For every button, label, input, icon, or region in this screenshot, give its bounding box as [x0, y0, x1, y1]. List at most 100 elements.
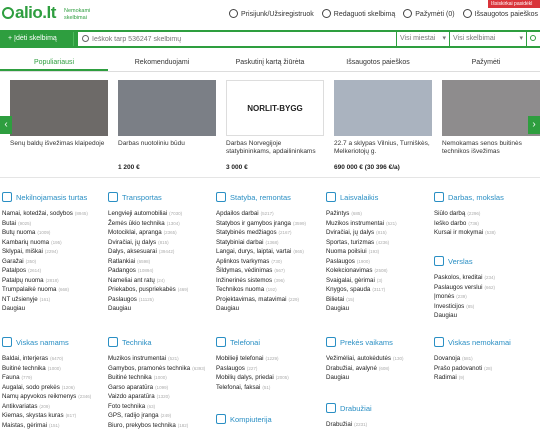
category-link[interactable]: Kiemas, skystas kuras (817): [2, 411, 106, 421]
category-header[interactable]: Kompiuterija: [216, 413, 320, 425]
category-header[interactable]: Transportas: [108, 191, 212, 203]
category-link[interactable]: GPS, radijo įranga (249): [108, 411, 212, 421]
category-link[interactable]: Paslaugos (227): [216, 364, 320, 374]
category-link[interactable]: Muzikos instrumentai (521): [326, 219, 430, 229]
category-link[interactable]: Daugiau: [108, 304, 212, 314]
favorites-link[interactable]: Pažymėti (0): [403, 9, 455, 18]
category-link[interactable]: Patalpos (2614): [2, 266, 106, 276]
category-header[interactable]: Prekės vaikams: [326, 336, 430, 348]
category-link[interactable]: Kambarių nuoma (195): [2, 238, 106, 248]
category-link[interactable]: Statybiniai darbai (1368): [216, 238, 320, 248]
category-link[interactable]: Butų nuoma (1009): [2, 228, 106, 238]
category-link[interactable]: Prašo padovanoti (28): [434, 364, 538, 374]
category-link[interactable]: Telefonai, faksai (51): [216, 383, 320, 393]
category-link[interactable]: Butai (9025): [2, 219, 106, 229]
category-link[interactable]: Fauna (779): [2, 373, 106, 383]
category-link[interactable]: Daugiau: [326, 304, 430, 314]
category-link[interactable]: Daugiau: [2, 304, 106, 314]
category-link[interactable]: Apdailos darbai (5217): [216, 209, 320, 219]
search-button[interactable]: [527, 32, 540, 46]
add-ad-button[interactable]: + Įdėti skelbimą: [2, 32, 74, 46]
category-link[interactable]: Kolekcionavimas (2508): [326, 266, 430, 276]
ad-card[interactable]: NORLIT-BYGG Darbas Norvegijoje statybini…: [226, 80, 324, 171]
category-header[interactable]: Statyba, remontas: [216, 191, 320, 203]
category-header[interactable]: Viskas nemokamai: [434, 336, 538, 348]
category-link[interactable]: Nameliai ant ratų (24): [108, 276, 212, 286]
category-link[interactable]: Drabužiai, avalynė (608): [326, 364, 430, 374]
category-link[interactable]: Padangos (10894): [108, 266, 212, 276]
category-link[interactable]: Buitinė technika (1000): [108, 373, 212, 383]
category-link[interactable]: Paskolos, kreditai (234): [434, 273, 538, 283]
category-link[interactable]: Paslaugos verslui (662): [434, 283, 538, 293]
ad-card[interactable]: 22.7 a sklypas Vilnius, Turniškės, Melke…: [334, 80, 432, 171]
category-link[interactable]: Dalys, aksesuarai (39442): [108, 247, 212, 257]
category-link[interactable]: Foto technika (63): [108, 402, 212, 412]
category-header[interactable]: Technika: [108, 336, 212, 348]
category-link[interactable]: Įmonės (239): [434, 292, 538, 302]
category-link[interactable]: Siūlo darbą (2296): [434, 209, 538, 219]
category-link[interactable]: Daugiau: [326, 373, 430, 383]
category-link[interactable]: Daugiau: [434, 311, 538, 321]
category-link[interactable]: Biuro, prekybos technika (182): [108, 421, 212, 431]
edit-ads-link[interactable]: Redaguoti skelbimą: [321, 9, 395, 18]
tab-saved-searches[interactable]: Išsaugotos paieškos: [324, 54, 432, 71]
category-link[interactable]: Nuoma poilsiui (193): [326, 247, 430, 257]
category-link[interactable]: Ratlankiai (6598): [108, 257, 212, 267]
category-link[interactable]: Muzikos instrumentai (521): [108, 354, 212, 364]
category-link[interactable]: Baldai, interjeras (6470): [2, 354, 106, 364]
category-select[interactable]: Visi skelbimai: [450, 32, 526, 46]
category-header[interactable]: Laisvalaikis: [326, 191, 430, 203]
category-link[interactable]: Bilietai (15): [326, 295, 430, 305]
carousel-next-button[interactable]: ›: [528, 116, 540, 134]
category-link[interactable]: Statybinės medžiagos (2167): [216, 228, 320, 238]
search-input[interactable]: [78, 32, 396, 46]
logo[interactable]: alio.lt: [2, 3, 56, 23]
category-link[interactable]: Žemės ūkio technika (1304): [108, 219, 212, 229]
category-link[interactable]: Sklypai, miškai (2294): [2, 247, 106, 257]
category-link[interactable]: Šildymas, vėdinimas (567): [216, 266, 320, 276]
category-link[interactable]: Svaigalai, gėrimai (3): [326, 276, 430, 286]
tab-recommended[interactable]: Rekomenduojami: [108, 54, 216, 71]
tab-favorites[interactable]: Pažymėti: [432, 54, 540, 71]
category-link[interactable]: Augalai, sodo prekės (1206): [2, 383, 106, 393]
category-header[interactable]: Telefonai: [216, 336, 320, 348]
category-link[interactable]: Paslaugos (11125): [108, 295, 212, 305]
category-link[interactable]: Drabužiai (2231): [326, 420, 430, 430]
category-header[interactable]: Darbas, mokslas: [434, 191, 538, 203]
ad-card[interactable]: Senų baldų išvežimas klaipedoje: [10, 80, 108, 164]
category-header[interactable]: Verslas: [434, 255, 538, 267]
category-link[interactable]: Technikos nuoma (192): [216, 285, 320, 295]
category-link[interactable]: Pažintys (685): [326, 209, 430, 219]
category-link[interactable]: Radimai (9): [434, 373, 538, 383]
category-link[interactable]: Paslaugos (1900): [326, 257, 430, 267]
category-link[interactable]: Antikvariatas (209): [2, 402, 106, 412]
category-link[interactable]: Namų apyvokos reikmenys (2346): [2, 392, 106, 402]
login-link[interactable]: Prisijunk/Užsiregistruok: [229, 9, 314, 18]
category-link[interactable]: Namai, kotedžai, sodybos (8945): [2, 209, 106, 219]
category-link[interactable]: Projektavimas, matavimai (229): [216, 295, 320, 305]
category-link[interactable]: Dovanoja (581): [434, 354, 538, 364]
category-link[interactable]: Statybos ir gamybos įranga (3599): [216, 219, 320, 229]
category-link[interactable]: Maistas, gėrimai (151): [2, 421, 106, 431]
category-link[interactable]: Ieško darbo (736): [434, 219, 538, 229]
ad-card[interactable]: Darbas nuotoliniu būdu 1 200 €: [118, 80, 216, 171]
category-link[interactable]: Motociklai, apranga (2365): [108, 228, 212, 238]
category-link[interactable]: Vaizdo aparatūra (1320): [108, 392, 212, 402]
category-link[interactable]: Langai, durys, laiptai, vartai (865): [216, 247, 320, 257]
category-link[interactable]: Dviračiai, jų dalys (815): [108, 238, 212, 248]
category-link[interactable]: Dviračiai, jų dalys (815): [326, 228, 430, 238]
category-link[interactable]: Investicijos (85): [434, 302, 538, 312]
tab-popular[interactable]: Populiariausi: [0, 54, 108, 71]
carousel-prev-button[interactable]: ‹: [0, 116, 12, 134]
category-link[interactable]: Priekabos, puspriekabės (469): [108, 285, 212, 295]
category-link[interactable]: Buitinė technika (1000): [2, 364, 106, 374]
category-link[interactable]: Garažai (350): [2, 257, 106, 267]
promo-badge[interactable]: Išsiskirkai pasidėkl: [488, 0, 540, 8]
category-link[interactable]: Gamybos, pramonės technika (6393): [108, 364, 212, 374]
category-link[interactable]: Sportas, turizmas (4236): [326, 238, 430, 248]
category-link[interactable]: Mobilieji telefonai (1229): [216, 354, 320, 364]
category-link[interactable]: Lengvieji automobiliai (7030): [108, 209, 212, 219]
category-link[interactable]: Patalpų nuoma (2818): [2, 276, 106, 286]
category-link[interactable]: Mobilių dalys, priedai (2005): [216, 373, 320, 383]
category-link[interactable]: Trumpalaikė nuoma (668): [2, 285, 106, 295]
